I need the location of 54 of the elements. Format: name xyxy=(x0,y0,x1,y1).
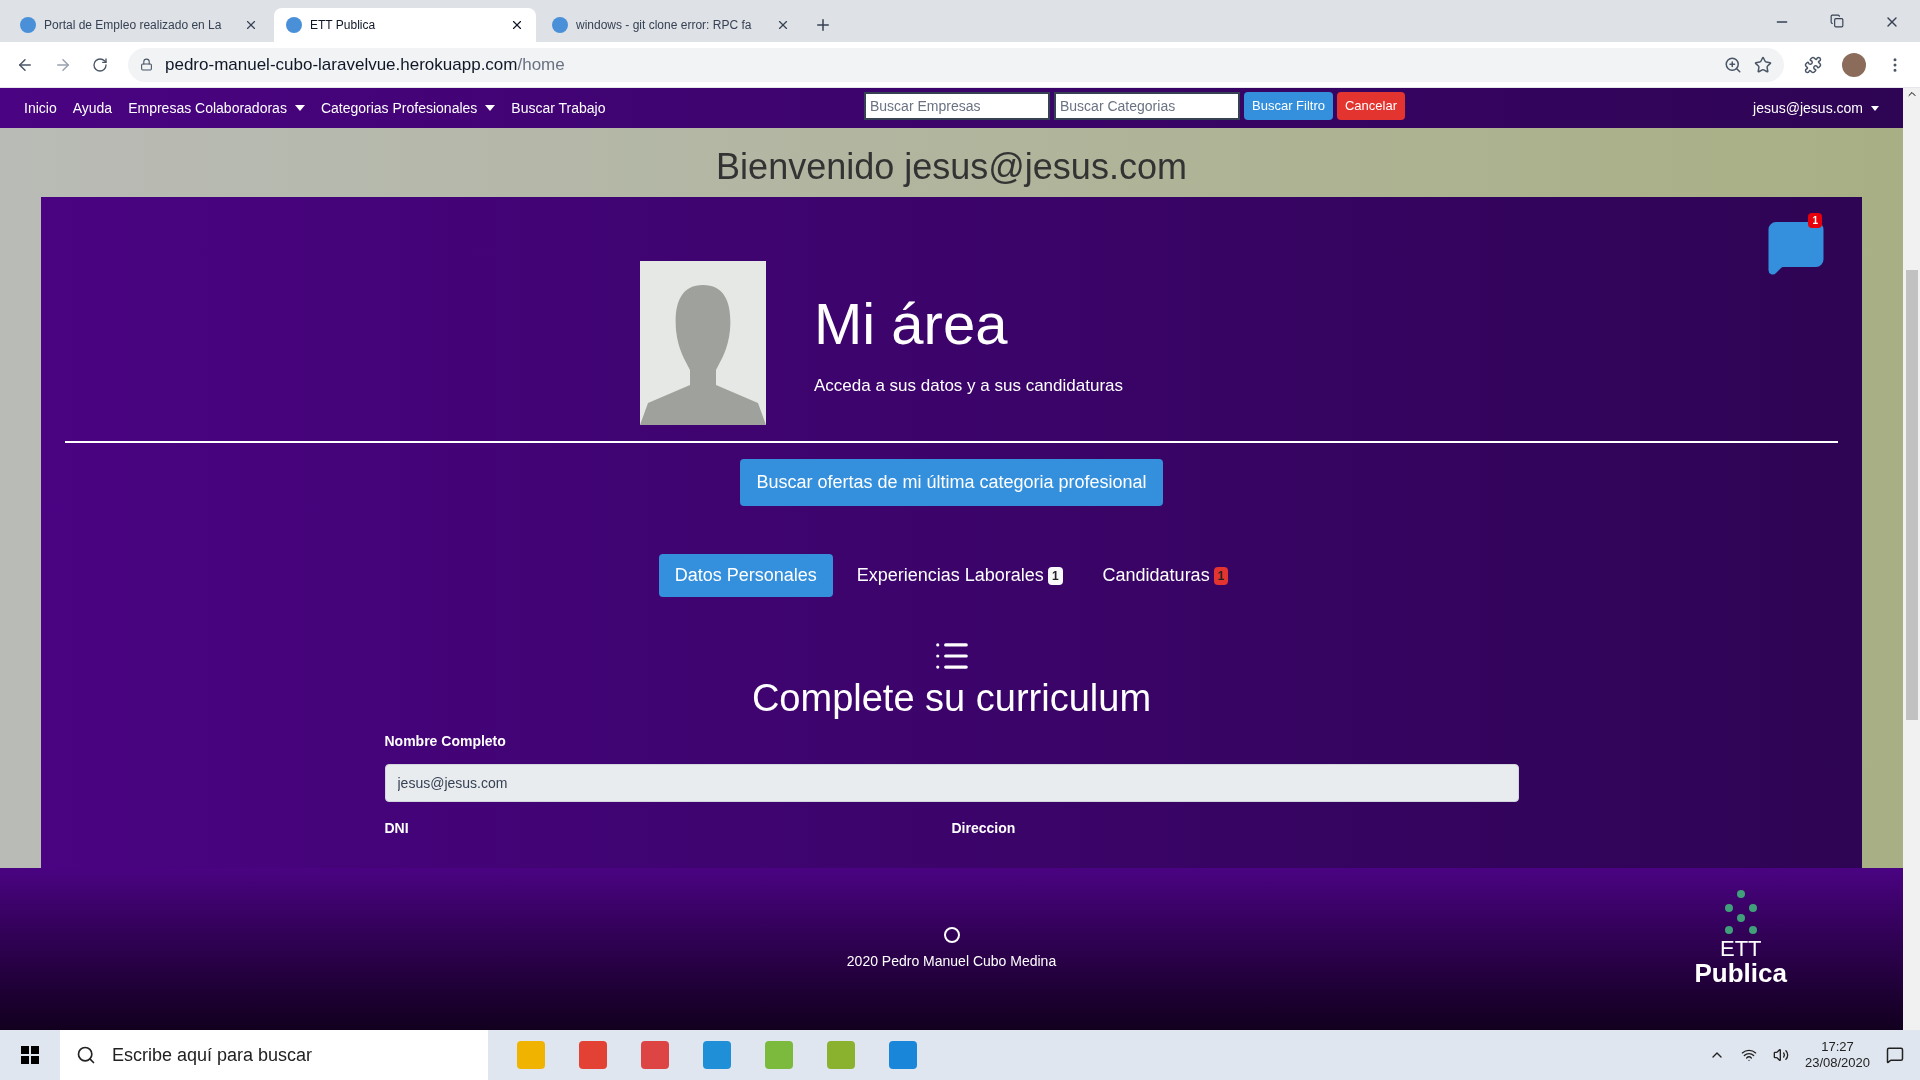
area-subtitle: Acceda a sus datos y a sus candidaturas xyxy=(814,374,1123,397)
profile-avatar[interactable] xyxy=(1842,52,1866,77)
search-field[interactable]: Buscar Empresas xyxy=(864,92,1050,120)
nav-link[interactable]: Empresas Colaboradoras xyxy=(128,97,305,119)
caret-icon xyxy=(294,105,305,111)
reload-icon[interactable] xyxy=(92,56,108,73)
form-heading: Complete su curriculum xyxy=(751,676,1152,721)
cancel-button[interactable]: Cancelar xyxy=(1336,92,1405,120)
app-logo: ETT Publica xyxy=(1694,888,1787,986)
taskbar-search[interactable]: Escribe aquí para buscar xyxy=(60,1030,488,1080)
star-icon[interactable] xyxy=(1754,55,1772,74)
section-tab[interactable]: Experiencias Laborales 1 xyxy=(840,554,1079,597)
lock-icon xyxy=(140,58,153,71)
notifications-icon[interactable] xyxy=(1886,1046,1904,1064)
user-menu[interactable]: jesus@jesus.com xyxy=(1753,97,1879,119)
extensions-icon[interactable] xyxy=(1804,55,1822,74)
input-field[interactable]: jesus@jesus.com xyxy=(384,763,1519,802)
favicon-icon xyxy=(20,17,36,33)
nav-link[interactable]: Buscar Trabajo xyxy=(511,97,606,119)
tab-title: ETT Publica xyxy=(310,17,377,34)
clock-time: 17:27 xyxy=(1821,1038,1854,1055)
caret-icon xyxy=(485,105,496,111)
count-badge: 1 xyxy=(1047,566,1063,585)
favicon-icon xyxy=(286,17,302,33)
new-tab-icon[interactable] xyxy=(814,16,832,34)
welcome-heading: Bienvenido jesus@jesus.com xyxy=(716,145,1187,189)
url-text: pedro-manuel-cubo-laravelvue.herokuapp.com/home xyxy=(165,53,566,76)
copyright-icon xyxy=(943,926,960,943)
wifi-icon[interactable] xyxy=(1740,1047,1757,1063)
browser-tab[interactable]: ETT Publica xyxy=(274,8,536,42)
search-field[interactable]: Buscar Categorias xyxy=(1054,92,1240,120)
nav-link[interactable]: Inicio xyxy=(24,97,57,119)
section-tab[interactable]: Candidaturas 1 xyxy=(1086,554,1245,597)
field-label: DNI xyxy=(384,818,410,838)
copyright-text: 2020 Pedro Manuel Cubo Medina xyxy=(846,951,1057,971)
field-label: Direccion xyxy=(951,818,1017,838)
close-icon[interactable] xyxy=(244,18,258,32)
restore-icon[interactable] xyxy=(1830,14,1844,28)
area-title: Mi área xyxy=(814,290,1009,358)
address-bar[interactable]: pedro-manuel-cubo-laravelvue.herokuapp.com/home xyxy=(128,47,1784,82)
notification-badge: 1 xyxy=(1808,213,1822,228)
favicon-icon xyxy=(552,17,568,33)
search-icon xyxy=(76,1045,96,1065)
tab-title: Portal de Empleo realizado en La xyxy=(44,17,223,34)
count-badge: 1 xyxy=(1213,566,1229,585)
tab-title: windows - git clone error: RPC fa xyxy=(576,17,753,34)
clock-date: 23/08/2020 xyxy=(1804,1055,1870,1072)
close-icon[interactable] xyxy=(776,18,790,32)
nav-link[interactable]: Categorias Profesionales xyxy=(320,97,496,119)
field-label: Nombre Completo xyxy=(384,731,507,751)
volume-icon[interactable] xyxy=(1772,1047,1789,1063)
nav-link[interactable]: Ayuda xyxy=(72,97,113,119)
zoom-icon[interactable] xyxy=(1724,55,1742,74)
close-icon[interactable] xyxy=(510,18,524,32)
